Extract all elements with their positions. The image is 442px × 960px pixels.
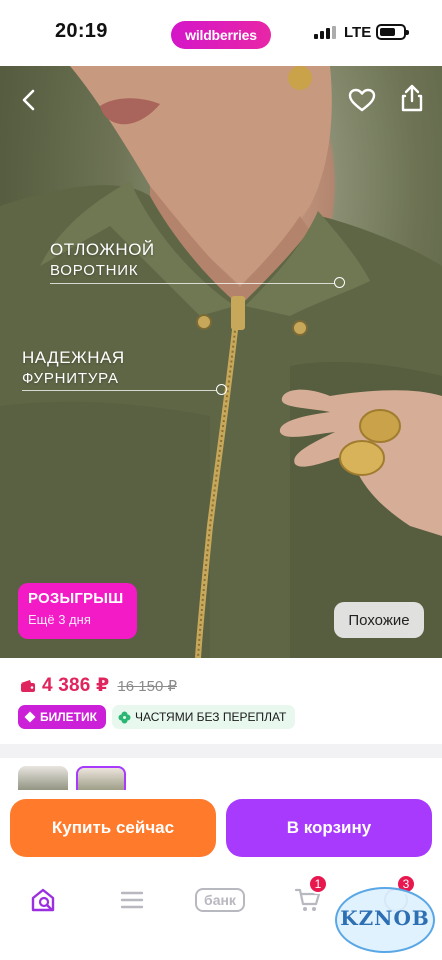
watermark-logo: KZNOB: [335, 887, 435, 953]
menu-icon: [120, 891, 144, 909]
cart-count-badge: 1: [308, 874, 328, 894]
callout-hardware-line1: НАДЕЖНАЯ: [22, 348, 125, 367]
buy-now-button[interactable]: Купить сейчас: [10, 799, 216, 857]
battery-icon: [376, 24, 409, 40]
tab-home[interactable]: [22, 878, 66, 922]
callout-collar-dot: [334, 277, 345, 288]
callout-hardware: НАДЕЖНАЯ ФУРНИТУРА: [22, 348, 125, 387]
current-price: 4 386 ₽: [42, 675, 110, 696]
raffle-badge[interactable]: РОЗЫГРЫШ Ещё 3 дня: [18, 583, 137, 639]
url-pill[interactable]: wildberries: [171, 21, 271, 49]
callout-hardware-dot: [216, 384, 227, 395]
tab-cart[interactable]: 1: [286, 874, 330, 922]
wallet-icon: [20, 679, 36, 693]
ticket-badge[interactable]: БИЛЕТИК: [18, 705, 106, 729]
ticket-icon: [24, 711, 36, 723]
callout-collar: ОТЛОЖНОЙ ВОРОТНИК: [50, 240, 155, 279]
callout-collar-line1: ОТЛОЖНОЙ: [50, 240, 155, 259]
status-time: 20:19: [55, 20, 108, 42]
clover-icon: [118, 711, 131, 723]
bank-icon: банк: [195, 888, 245, 912]
installment-badge-label: ЧАСТЯМИ БЕЗ ПЕРЕПЛАТ: [134, 710, 287, 724]
tab-catalog[interactable]: [110, 878, 154, 922]
raffle-title: РОЗЫГРЫШ: [28, 590, 124, 607]
price-row: 4 386 ₽ 16 150 ₽: [20, 674, 177, 697]
ticket-badge-label: БИЛЕТИК: [40, 710, 97, 724]
share-button[interactable]: [394, 80, 430, 116]
callout-hardware-line: [22, 390, 217, 391]
raffle-subtitle: Ещё 3 дня: [28, 612, 91, 627]
tab-bank[interactable]: банк: [190, 878, 250, 922]
watermark-text: KZNOB: [340, 906, 430, 930]
back-button[interactable]: [10, 82, 46, 118]
signal-icon: [314, 26, 336, 39]
section-divider: [0, 744, 442, 758]
callout-collar-line: [50, 283, 335, 284]
heart-icon: [348, 88, 376, 112]
similar-button[interactable]: Похожие: [334, 602, 424, 638]
installment-badge[interactable]: ЧАСТЯМИ БЕЗ ПЕРЕПЛАТ: [111, 705, 296, 729]
favorite-button[interactable]: [344, 82, 380, 118]
chevron-left-icon: [22, 89, 35, 111]
share-icon: [401, 84, 423, 112]
product-photo[interactable]: ОТЛОЖНОЙ ВОРОТНИК НАДЕЖНАЯ ФУРНИТУРА РОЗ…: [0, 66, 442, 658]
status-bar: 20:19 wildberries LTE: [0, 0, 442, 66]
add-to-cart-button[interactable]: В корзину: [226, 799, 432, 857]
callout-collar-line2: ВОРОТНИК: [50, 262, 139, 279]
old-price: 16 150 ₽: [117, 677, 178, 695]
badges: БИЛЕТИК ЧАСТЯМИ БЕЗ ПЕРЕПЛАТ: [18, 705, 296, 729]
home-search-icon: [31, 888, 55, 912]
action-bar: Купить сейчас В корзину: [0, 790, 442, 870]
network-type: LTE: [344, 24, 372, 41]
callout-hardware-line2: ФУРНИТУРА: [22, 370, 119, 387]
